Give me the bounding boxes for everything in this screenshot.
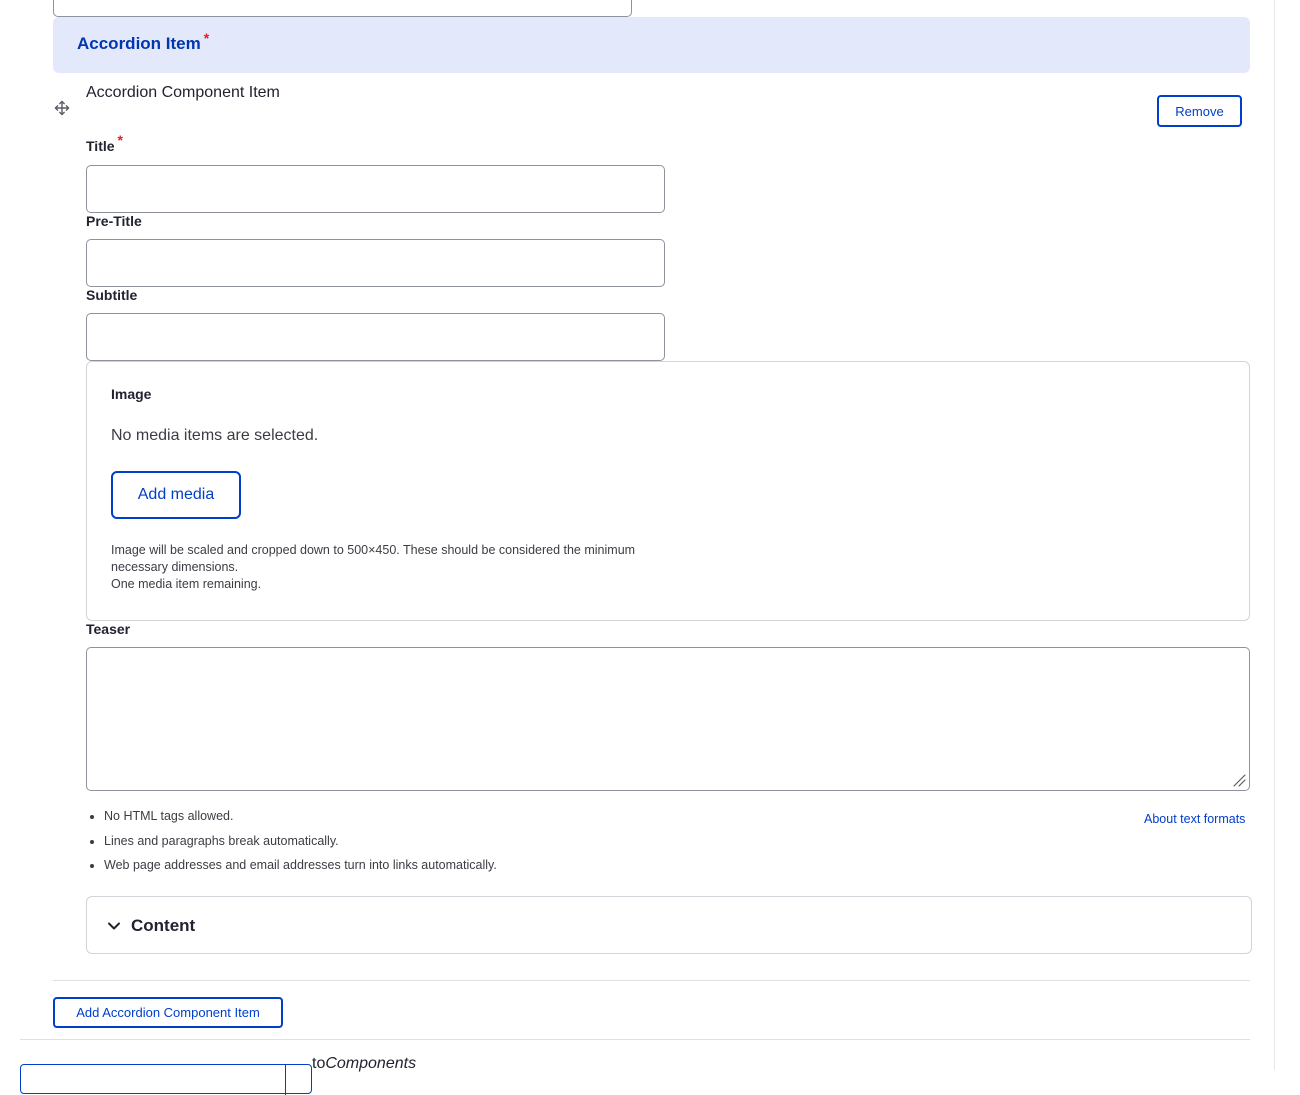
previous-field-input-bottom[interactable] bbox=[53, 0, 632, 17]
required-marker: * bbox=[203, 30, 210, 46]
resize-grip-icon[interactable] bbox=[1232, 773, 1246, 787]
image-label: Image bbox=[111, 386, 152, 402]
component-item-title: Accordion Component Item bbox=[86, 84, 280, 101]
components-target: Components bbox=[325, 1055, 417, 1072]
pretitle-input[interactable] bbox=[86, 239, 665, 287]
text-format-tips: No HTML tags allowed. Lines and paragrap… bbox=[86, 808, 497, 882]
add-accordion-item-button[interactable]: Add Accordion Component Item bbox=[53, 997, 283, 1028]
tip-item: Lines and paragraphs break automatically… bbox=[104, 833, 497, 858]
add-to-components-text: toComponents bbox=[312, 1055, 416, 1073]
pretitle-label: Pre-Title bbox=[86, 213, 142, 229]
divider bbox=[20, 1039, 1250, 1040]
image-field-container: Image No media items are selected. Add m… bbox=[86, 361, 1250, 621]
tip-item: No HTML tags allowed. bbox=[104, 808, 497, 833]
required-marker: * bbox=[117, 132, 123, 148]
add-to-prefix: to bbox=[312, 1055, 326, 1072]
title-label: Title * bbox=[86, 132, 123, 154]
media-remaining-help: One media item remaining. bbox=[111, 577, 262, 591]
teaser-label: Teaser bbox=[86, 621, 131, 637]
no-media-message: No media items are selected. bbox=[111, 427, 319, 444]
chevron-down-icon bbox=[108, 922, 120, 930]
about-text-formats-link[interactable]: About text formats bbox=[1144, 812, 1245, 826]
component-type-select[interactable] bbox=[20, 1064, 312, 1095]
subtitle-input[interactable] bbox=[86, 313, 665, 361]
content-section-label: Content bbox=[131, 916, 196, 935]
content-section-toggle[interactable]: Content bbox=[86, 896, 1252, 954]
subtitle-label: Subtitle bbox=[86, 287, 138, 303]
page-edge-divider bbox=[1274, 0, 1275, 1070]
image-dimensions-help: Image will be scaled and cropped down to… bbox=[111, 543, 636, 574]
add-media-button[interactable]: Add media bbox=[111, 471, 241, 519]
accordion-item-header: Accordion Item * bbox=[53, 17, 1250, 73]
move-arrows-icon[interactable] bbox=[54, 100, 70, 116]
accordion-item-heading-text: Accordion Item bbox=[77, 34, 201, 53]
remove-button[interactable]: Remove bbox=[1157, 95, 1242, 127]
title-label-text: Title bbox=[86, 138, 115, 154]
teaser-textarea[interactable] bbox=[86, 647, 1250, 791]
tip-item: Web page addresses and email addresses t… bbox=[104, 857, 497, 882]
divider bbox=[53, 980, 1250, 981]
title-input[interactable] bbox=[86, 165, 665, 213]
image-help-text: Image will be scaled and cropped down to… bbox=[111, 542, 691, 593]
accordion-item-heading: Accordion Item * bbox=[77, 30, 209, 54]
